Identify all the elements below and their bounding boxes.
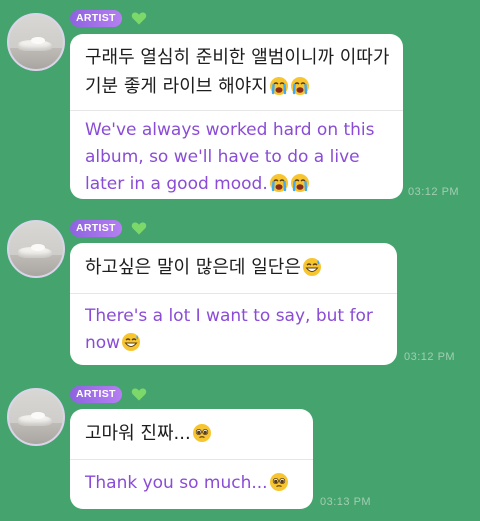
message-text-korean: 하고싶은 말이 많은데 일단은 <box>85 253 385 282</box>
message-timestamp: 03:12 PM <box>404 351 456 363</box>
message-bubble[interactable]: 하고싶은 말이 많은데 일단은 There's a lot I want to … <box>70 243 397 365</box>
translation-divider <box>70 110 403 111</box>
green-heart-icon <box>131 222 147 235</box>
message-text-translation: There's a lot I want to say, but for now <box>85 306 373 353</box>
loudly-crying-face-icon <box>269 174 288 192</box>
artist-badge: ARTIST <box>70 386 122 403</box>
message-bubble[interactable]: 구래두 열심히 준비한 앨범이니까 이따가 기분 좋게 라이브 해야지 We'v… <box>70 34 403 199</box>
loudly-crying-face-icon <box>290 174 309 192</box>
green-heart-icon <box>131 388 147 401</box>
message-text-translation: Thank you so much... <box>85 470 303 497</box>
message-text-korean: 고마워 진짜... <box>85 419 301 448</box>
translation-divider <box>70 293 397 294</box>
artist-avatar[interactable] <box>7 220 65 278</box>
message-timestamp: 03:13 PM <box>320 496 372 508</box>
artist-avatar[interactable] <box>7 388 65 446</box>
artist-badge: ARTIST <box>70 10 122 27</box>
grinning-sweat-face-icon <box>122 333 141 351</box>
message-text-translation: We've always worked hard on this album, … <box>85 120 375 194</box>
grinning-sweat-face-icon <box>302 258 321 276</box>
translation-divider <box>70 459 313 460</box>
pleading-face-icon <box>192 424 211 442</box>
artist-badge: ARTIST <box>70 220 122 237</box>
message-bubble[interactable]: 고마워 진짜... Thank you so much... <box>70 409 313 509</box>
artist-avatar[interactable] <box>7 13 65 71</box>
pleading-face-icon <box>269 473 288 491</box>
green-heart-icon <box>131 12 147 25</box>
message-text-korean: 구래두 열심히 준비한 앨범이니까 이따가 기분 좋게 라이브 해야지 <box>85 47 390 97</box>
message-timestamp: 03:12 PM <box>408 186 460 198</box>
loudly-crying-face-icon <box>269 77 288 95</box>
loudly-crying-face-icon <box>290 77 309 95</box>
